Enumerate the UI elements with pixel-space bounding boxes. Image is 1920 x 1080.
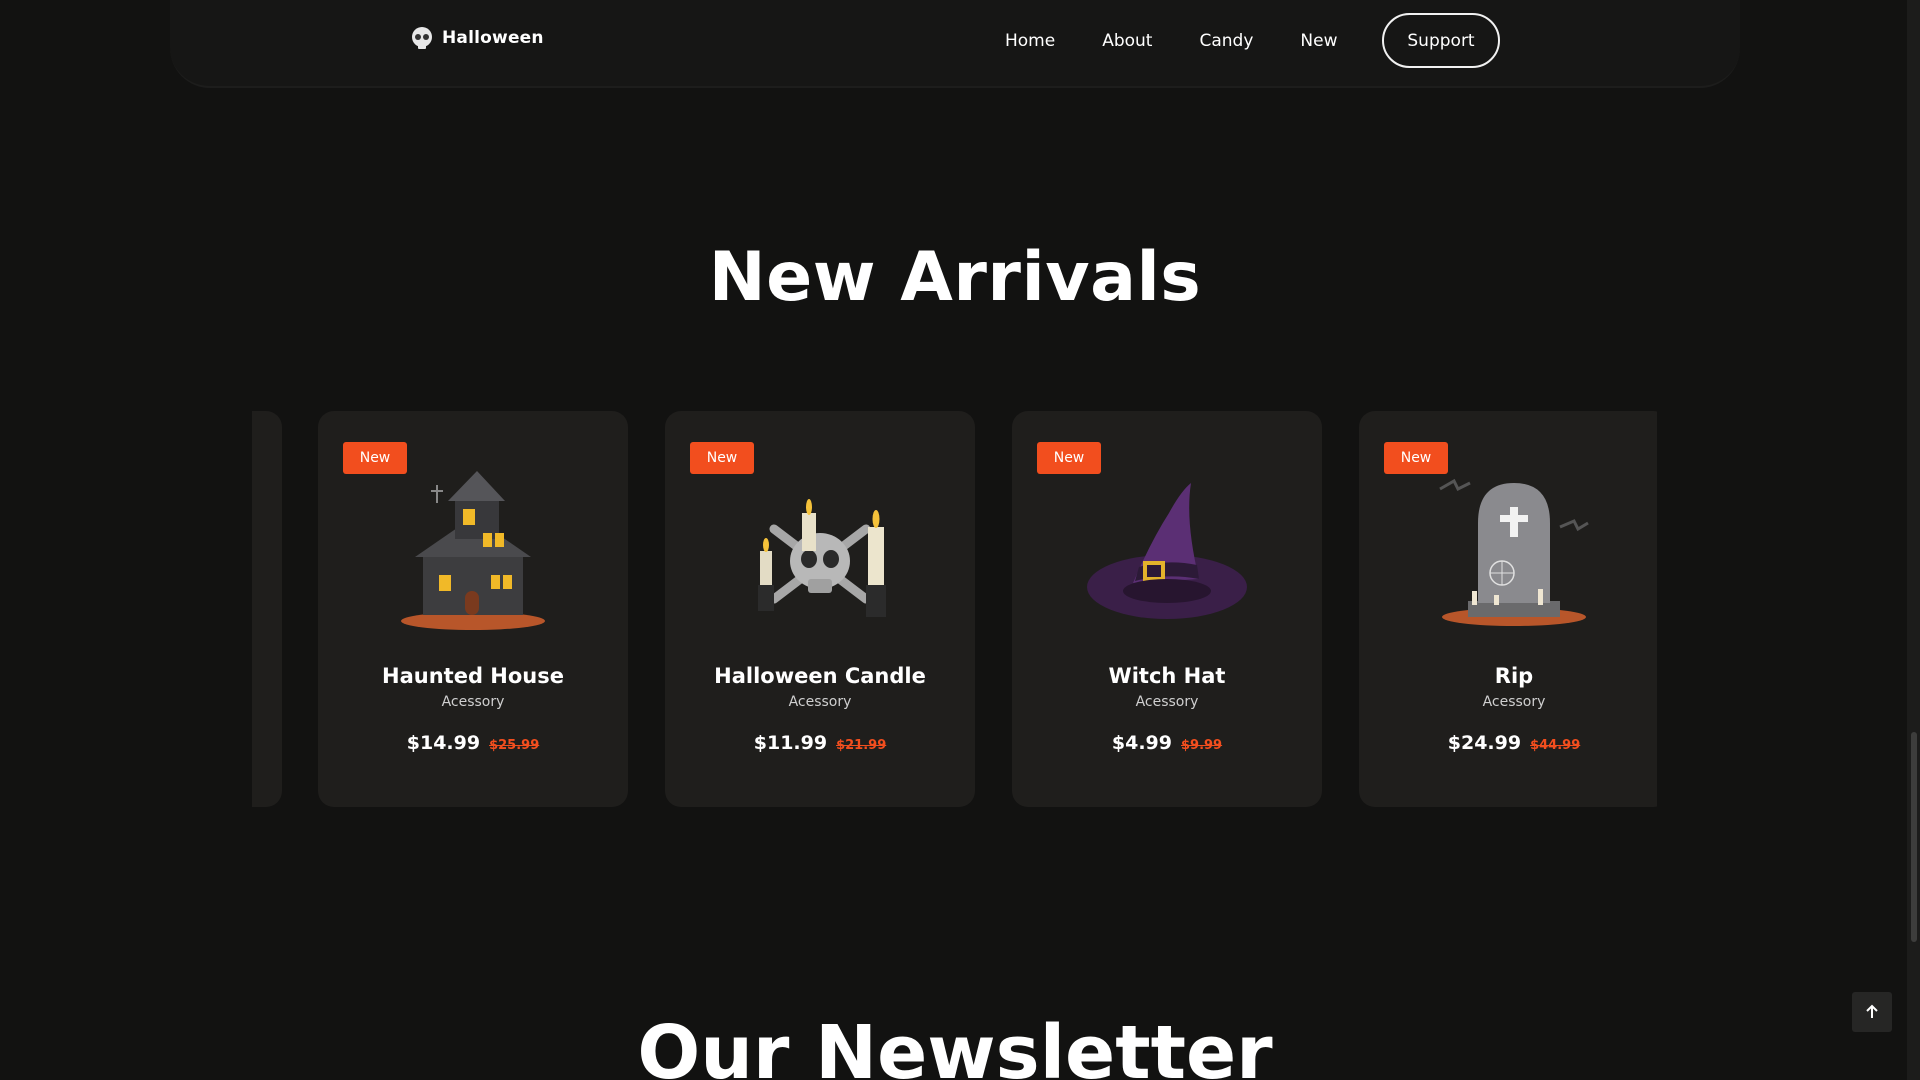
nav-candy[interactable]: Candy — [1199, 31, 1253, 51]
site-header: Halloween Home About Candy New Support — [170, 0, 1740, 88]
product-price: $11.99 — [753, 732, 828, 754]
price-row: $11.99 $21.99 — [665, 732, 975, 754]
product-category: Acessory — [1135, 694, 1199, 710]
newsletter-title: Our Newsletter — [637, 1010, 1273, 1080]
haunted-house-icon — [393, 461, 553, 631]
skull-candles-icon — [740, 461, 900, 631]
main-nav: Home About Candy New — [1005, 31, 1384, 51]
product-card[interactable]: New Haunted House Acessory $14.99 $25.99 — [318, 411, 628, 807]
product-category: Acessory — [788, 694, 852, 710]
product-old-price: $9.99 — [1180, 738, 1223, 753]
product-category: Acessory — [441, 694, 505, 710]
product-old-price: $21.99 — [836, 738, 887, 753]
page: Halloween Home About Candy New Support N… — [0, 0, 1920, 1080]
product-category: Acessory — [1482, 694, 1546, 710]
product-price: $4.99 — [1111, 732, 1172, 754]
product-old-price: $25.99 — [489, 738, 540, 753]
scroll-to-top-button[interactable] — [1852, 992, 1892, 1032]
price-row: $24.99 $44.99 — [1359, 732, 1657, 754]
product-price: $24.99 — [1447, 732, 1522, 754]
logo[interactable]: Halloween — [410, 26, 544, 50]
product-name[interactable]: Rip — [1359, 664, 1657, 688]
support-button[interactable]: Support — [1382, 13, 1500, 68]
price-row: $4.99 $9.99 — [1012, 732, 1322, 754]
nav-about[interactable]: About — [1102, 31, 1152, 51]
product-card-partial[interactable] — [252, 411, 282, 807]
product-card[interactable]: New Rip Acessory $24.99 $44.99 — [1359, 411, 1657, 807]
logo-text: Halloween — [442, 28, 544, 48]
product-name[interactable]: Halloween Candle — [665, 664, 975, 688]
product-name[interactable]: Witch Hat — [1012, 664, 1322, 688]
price-row: $14.99 $25.99 — [318, 732, 628, 754]
witch-hat-icon — [1087, 461, 1247, 631]
new-arrivals-title: New Arrivals — [708, 238, 1202, 317]
product-name[interactable]: Haunted House — [318, 664, 628, 688]
nav-new[interactable]: New — [1300, 31, 1337, 51]
skull-logo-icon — [410, 26, 434, 50]
products-carousel[interactable]: New Haunted House Acessory $14.99 $25.99… — [252, 411, 1657, 808]
scrollbar-thumb[interactable] — [1911, 732, 1917, 942]
arrow-up-icon — [1866, 1004, 1878, 1018]
product-card[interactable]: New Witch Hat Acessory $4.99 $9.99 — [1012, 411, 1322, 807]
page-scrollbar[interactable] — [1907, 0, 1920, 1080]
tombstone-icon — [1434, 461, 1594, 631]
product-price: $14.99 — [406, 732, 481, 754]
product-old-price: $44.99 — [1530, 738, 1581, 753]
nav-home[interactable]: Home — [1005, 31, 1055, 51]
product-card[interactable]: New Halloween Candle Acessory $11.99 $21… — [665, 411, 975, 807]
